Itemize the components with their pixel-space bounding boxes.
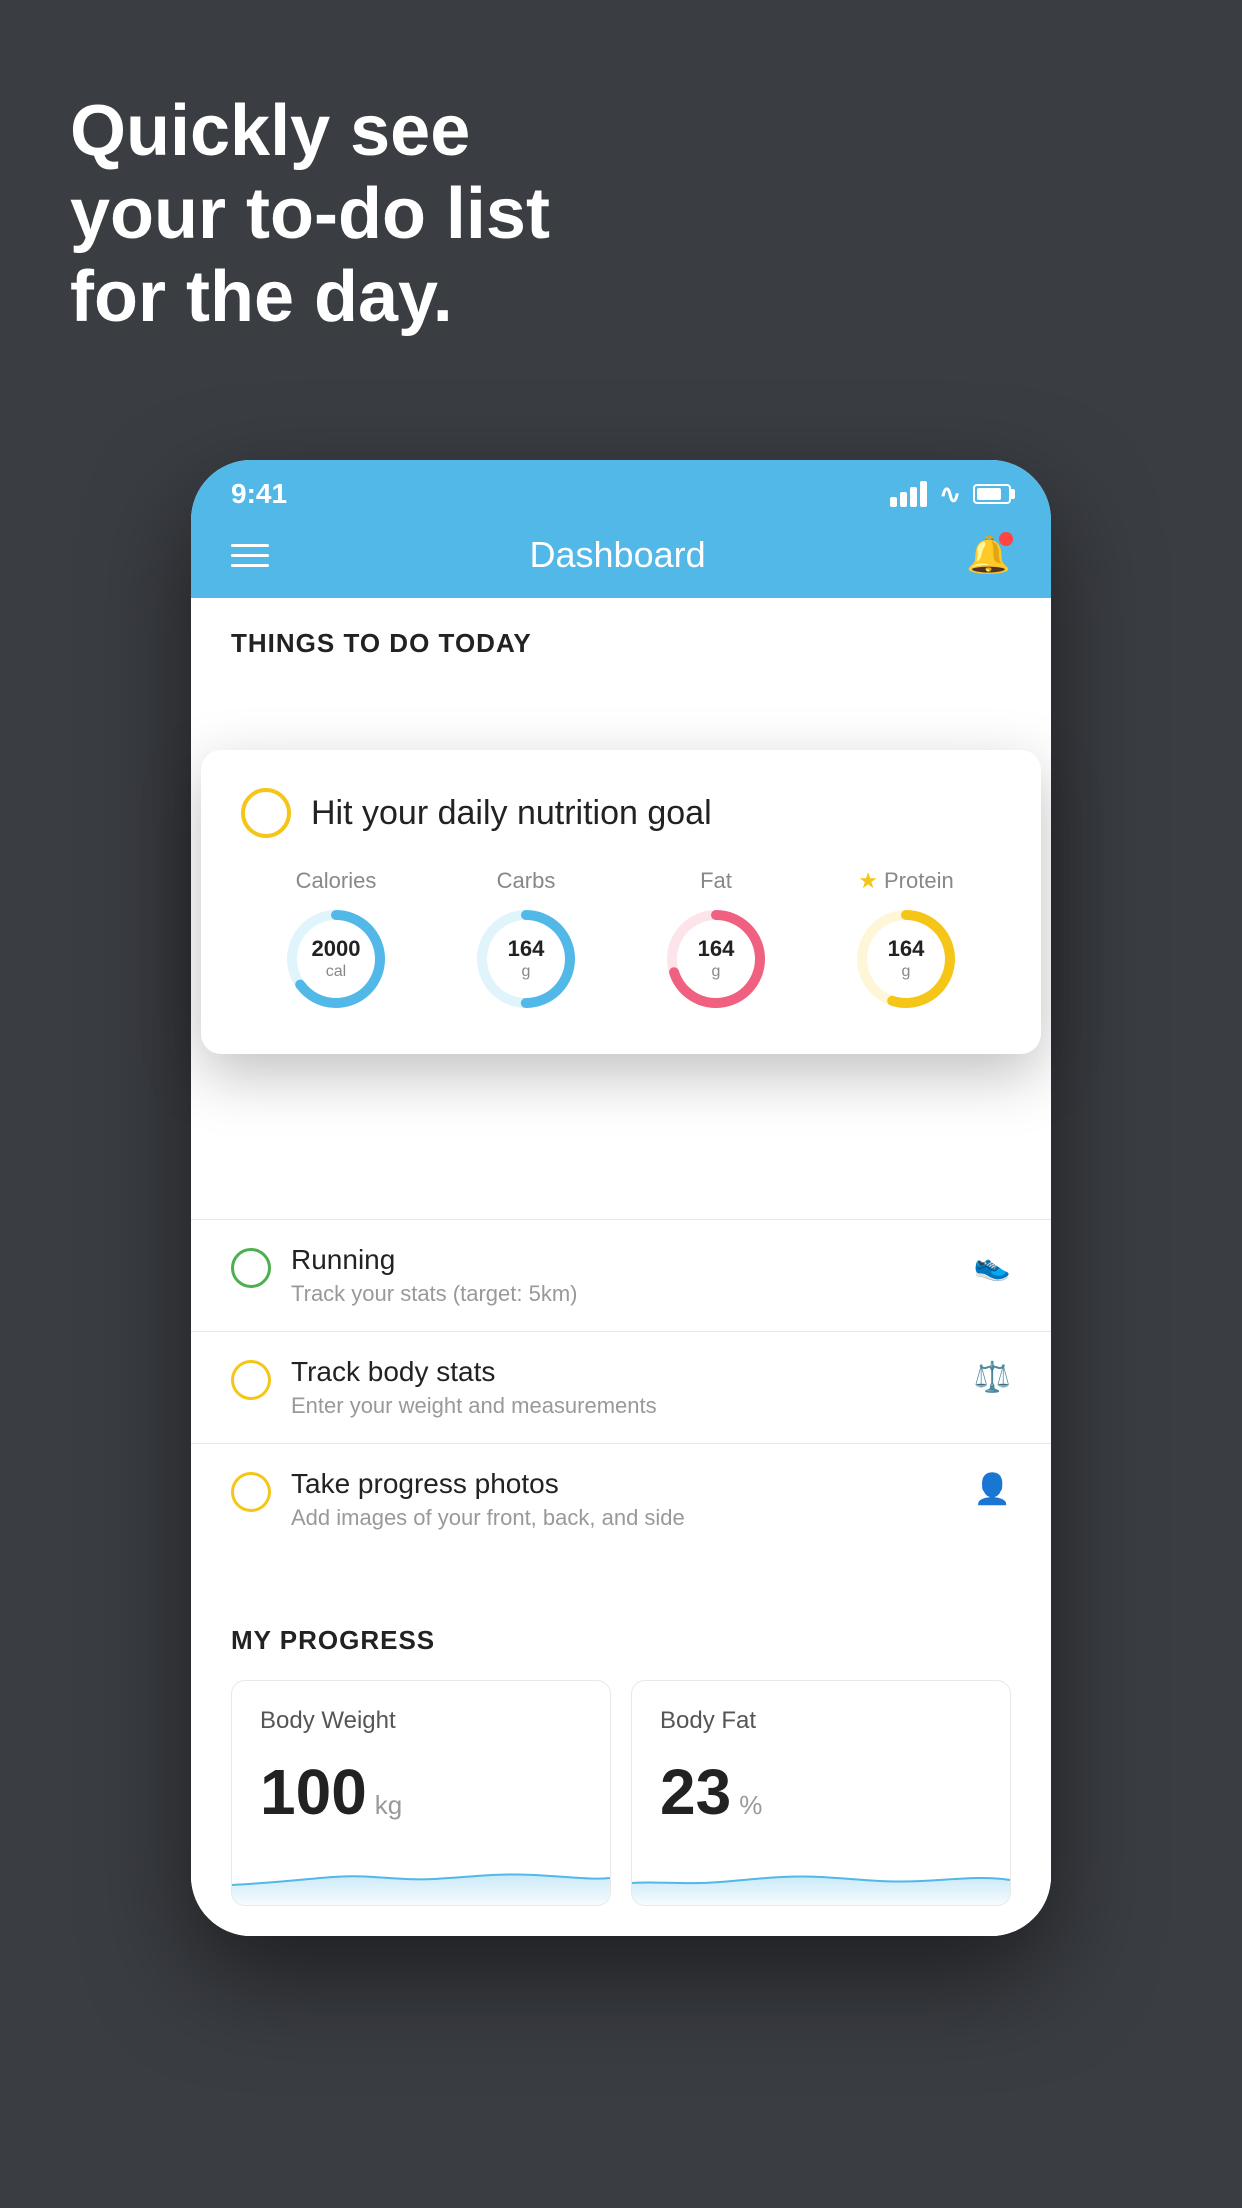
carbs-unit: g bbox=[508, 963, 545, 982]
todo-title-running: Running bbox=[291, 1244, 954, 1276]
nutrition-item-calories: Calories 2000 cal bbox=[281, 868, 391, 1014]
headline: Quickly see your to-do list for the day. bbox=[70, 90, 550, 338]
calories-donut: 2000 cal bbox=[281, 904, 391, 1014]
fat-unit: g bbox=[698, 963, 735, 982]
progress-section: MY PROGRESS Body Weight 100 kg bbox=[191, 1595, 1051, 1936]
fat-donut: 164 g bbox=[661, 904, 771, 1014]
fat-value: 164 bbox=[698, 936, 735, 962]
todo-subtitle-body-stats: Enter your weight and measurements bbox=[291, 1393, 954, 1419]
wifi-icon: ∿ bbox=[939, 479, 961, 510]
headline-line1: Quickly see bbox=[70, 90, 550, 173]
star-icon: ★ bbox=[858, 868, 878, 894]
headline-line2: your to-do list bbox=[70, 173, 550, 256]
body-weight-title: Body Weight bbox=[260, 1707, 582, 1735]
body-fat-number: 23 bbox=[660, 1755, 731, 1829]
fat-center: 164 g bbox=[698, 936, 735, 982]
things-section-header: THINGS TO DO TODAY bbox=[191, 598, 1051, 679]
body-weight-chart bbox=[232, 1845, 610, 1905]
running-icon: 👟 bbox=[974, 1248, 1011, 1283]
body-fat-card[interactable]: Body Fat 23 % bbox=[631, 1680, 1011, 1906]
protein-label-row: ★ Protein bbox=[858, 868, 953, 894]
body-weight-value-row: 100 kg bbox=[260, 1755, 582, 1829]
progress-header: MY PROGRESS bbox=[231, 1625, 1011, 1656]
status-icons: ∿ bbox=[890, 479, 1011, 510]
phone: 9:41 ∿ Dashboard 🔔 bbox=[191, 460, 1051, 1936]
todo-text-running: Running Track your stats (target: 5km) bbox=[291, 1244, 954, 1307]
calories-value: 2000 bbox=[312, 936, 361, 962]
list-item[interactable]: Running Track your stats (target: 5km) 👟 bbox=[191, 1219, 1051, 1331]
battery-icon bbox=[973, 484, 1011, 504]
body-weight-number: 100 bbox=[260, 1755, 367, 1829]
todo-subtitle-running: Track your stats (target: 5km) bbox=[291, 1281, 954, 1307]
fat-label: Fat bbox=[700, 868, 732, 894]
nutrition-item-fat: Fat 164 g bbox=[661, 868, 771, 1014]
body-fat-value-row: 23 % bbox=[660, 1755, 982, 1829]
time-display: 9:41 bbox=[231, 478, 287, 510]
phone-wrapper: 9:41 ∿ Dashboard 🔔 bbox=[191, 460, 1051, 1936]
status-bar: 9:41 ∿ bbox=[191, 460, 1051, 520]
headline-line3: for the day. bbox=[70, 256, 550, 339]
list-item[interactable]: Track body stats Enter your weight and m… bbox=[191, 1331, 1051, 1443]
todo-circle-body-stats bbox=[231, 1360, 271, 1400]
nutrition-item-protein: ★ Protein 164 g bbox=[851, 868, 961, 1014]
body-weight-unit: kg bbox=[375, 1790, 402, 1821]
nutrition-card[interactable]: Hit your daily nutrition goal Calories 2… bbox=[201, 750, 1041, 1054]
body-fat-title: Body Fat bbox=[660, 1707, 982, 1735]
calories-center: 2000 cal bbox=[312, 936, 361, 982]
todo-title-photos: Take progress photos bbox=[291, 1468, 954, 1500]
scale-icon: ⚖️ bbox=[974, 1360, 1011, 1395]
todo-subtitle-photos: Add images of your front, back, and side bbox=[291, 1505, 954, 1531]
progress-cards: Body Weight 100 kg bbox=[231, 1680, 1011, 1906]
camera-icon: 👤 bbox=[974, 1472, 1011, 1507]
carbs-value: 164 bbox=[508, 936, 545, 962]
protein-label: Protein bbox=[884, 868, 954, 894]
card-header: Hit your daily nutrition goal bbox=[241, 788, 1001, 838]
carbs-center: 164 g bbox=[508, 936, 545, 982]
nav-bar: Dashboard 🔔 bbox=[191, 520, 1051, 598]
todo-text-photos: Take progress photos Add images of your … bbox=[291, 1468, 954, 1531]
protein-donut: 164 g bbox=[851, 904, 961, 1014]
todo-circle-running bbox=[231, 1248, 271, 1288]
protein-value: 164 bbox=[888, 936, 925, 962]
notification-bell[interactable]: 🔔 bbox=[966, 534, 1011, 576]
notification-dot bbox=[999, 532, 1013, 546]
nav-title: Dashboard bbox=[530, 534, 706, 576]
body-weight-card[interactable]: Body Weight 100 kg bbox=[231, 1680, 611, 1906]
carbs-donut: 164 g bbox=[471, 904, 581, 1014]
signal-icon bbox=[890, 481, 927, 507]
calories-unit: cal bbox=[312, 963, 361, 982]
calories-label: Calories bbox=[296, 868, 377, 894]
nutrition-grid: Calories 2000 cal Carbs bbox=[241, 868, 1001, 1014]
nutrition-item-carbs: Carbs 164 g bbox=[471, 868, 581, 1014]
todo-circle-photos bbox=[231, 1472, 271, 1512]
todo-title-body-stats: Track body stats bbox=[291, 1356, 954, 1388]
todo-list: Running Track your stats (target: 5km) 👟… bbox=[191, 1219, 1051, 1555]
protein-unit: g bbox=[888, 963, 925, 982]
carbs-label: Carbs bbox=[497, 868, 556, 894]
hamburger-menu[interactable] bbox=[231, 544, 269, 567]
card-title: Hit your daily nutrition goal bbox=[311, 794, 712, 833]
body-fat-chart bbox=[632, 1845, 1010, 1905]
todo-text-body-stats: Track body stats Enter your weight and m… bbox=[291, 1356, 954, 1419]
nutrition-circle-check bbox=[241, 788, 291, 838]
list-item[interactable]: Take progress photos Add images of your … bbox=[191, 1443, 1051, 1555]
protein-center: 164 g bbox=[888, 936, 925, 982]
body-fat-unit: % bbox=[739, 1790, 762, 1821]
